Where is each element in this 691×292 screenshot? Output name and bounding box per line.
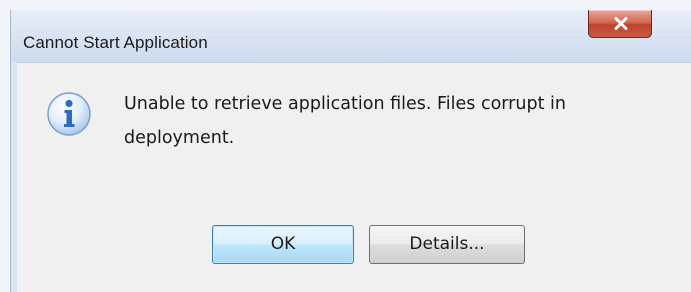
title-bar[interactable]: Cannot Start Application xyxy=(11,10,691,62)
dialog-content: Unable to retrieve application files. Fi… xyxy=(17,62,691,292)
info-icon xyxy=(47,92,91,136)
close-button[interactable] xyxy=(588,10,652,38)
application-dialog: Cannot Start Application Unable to retri… xyxy=(10,10,691,292)
window-title: Cannot Start Application xyxy=(23,33,208,52)
ok-button[interactable]: OK xyxy=(212,225,354,264)
details-button[interactable]: Details... xyxy=(369,225,525,264)
close-x-icon xyxy=(614,17,628,30)
error-message: Unable to retrieve application files. Fi… xyxy=(124,94,566,148)
